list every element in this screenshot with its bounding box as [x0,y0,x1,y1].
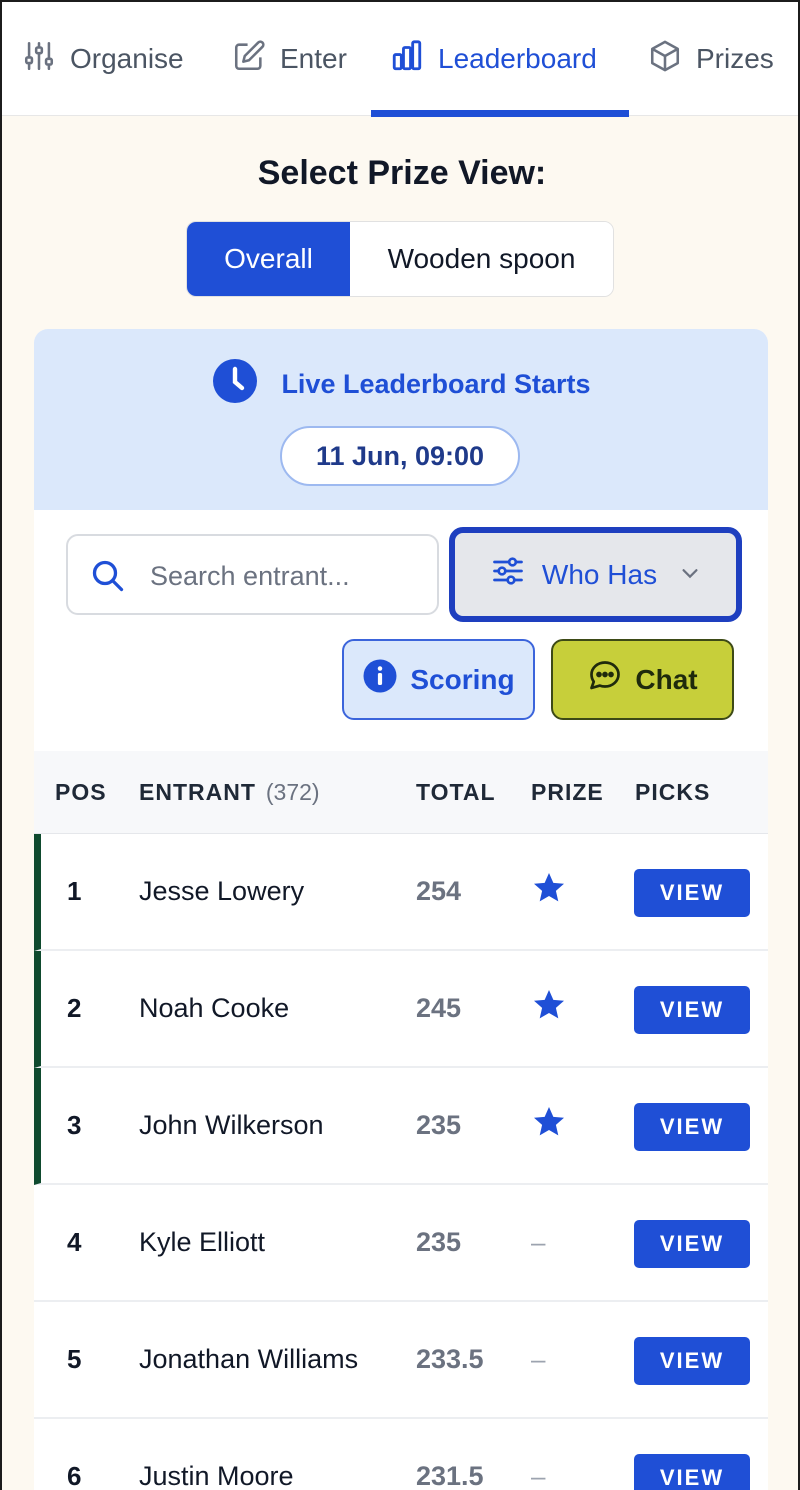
star-icon [531,834,567,949]
table-row[interactable]: 6 Justin Moore 231.5 – VIEW [34,1419,768,1490]
chat-label: Chat [635,663,698,695]
view-picks-button[interactable]: VIEW [634,869,750,917]
col-entrant-label: ENTRANT [139,779,256,805]
row-position: 6 [67,1461,82,1490]
table-row[interactable]: 3 John Wilkerson 235 VIEW [34,1068,768,1185]
row-entrant-name: Noah Cooke [139,993,290,1023]
prize-view-overall[interactable]: Overall [187,222,350,296]
tab-prizes[interactable]: Prizes [648,2,774,116]
view-picks-button[interactable]: VIEW [634,1220,750,1268]
row-prize-none: – [531,1227,546,1257]
col-total[interactable]: TOTAL [416,751,496,834]
col-pos: POS [55,779,107,805]
scoring-label: Scoring [410,663,515,695]
row-total: 235 [416,1227,462,1257]
prize-view-wooden-spoon[interactable]: Wooden spoon [350,222,613,296]
table-header: POS ENTRANT (372) TOTAL PRIZE PICKS [34,751,768,834]
row-position: 1 [67,876,82,906]
tab-leaderboard[interactable]: Leaderboard [390,2,597,116]
row-entrant-name: Kyle Elliott [139,1227,266,1257]
table-row[interactable]: 1 Jesse Lowery 254 VIEW [34,834,768,951]
view-picks-button[interactable]: VIEW [634,1337,750,1385]
col-entrant[interactable]: ENTRANT (372) [139,751,320,834]
row-entrant-name: John Wilkerson [139,1110,324,1140]
star-icon [531,951,567,1066]
table-row[interactable]: 2 Noah Cooke 245 VIEW [34,951,768,1068]
clock-icon [211,357,259,412]
tab-enter[interactable]: Enter [232,2,347,116]
row-prize-none: – [531,1461,546,1490]
leaderboard-card: Live Leaderboard Starts 11 Jun, 09:00 Wh… [34,329,768,1490]
prize-view-toggle: Overall Wooden spoon [186,221,614,297]
who-has-dropdown[interactable]: Who Has [449,527,742,622]
active-tab-indicator [371,110,629,117]
row-entrant-name: Jonathan Williams [139,1344,359,1374]
search-input[interactable] [150,554,430,598]
info-icon [362,658,398,701]
who-has-label: Who Has [541,558,658,590]
tab-organise-label: Organise [70,43,184,74]
row-total: 254 [416,876,462,906]
view-picks-button[interactable]: VIEW [634,1103,750,1151]
live-start-date: 11 Jun, 09:00 [280,426,520,486]
tab-prizes-label: Prizes [696,43,774,74]
table-row[interactable]: 4 Kyle Elliott 235 – VIEW [34,1185,768,1302]
scoring-button[interactable]: Scoring [342,639,535,720]
row-total: 235 [416,1110,462,1140]
live-title: Live Leaderboard Starts [281,368,591,399]
live-banner: Live Leaderboard Starts 11 Jun, 09:00 [34,329,768,510]
row-position: 3 [67,1110,82,1140]
tab-leaderboard-label: Leaderboard [438,43,597,74]
row-position: 4 [67,1227,82,1257]
star-icon [531,1068,567,1183]
entrant-count: (372) [265,779,320,805]
tab-enter-label: Enter [280,43,347,74]
row-position: 2 [67,993,82,1023]
app-frame: Organise Enter Leaderboard Prizes Select… [0,0,800,1490]
chat-icon [587,658,623,701]
col-prize: PRIZE [531,779,604,805]
live-status: Live Leaderboard Starts [34,357,768,412]
row-total: 231.5 [416,1461,484,1490]
row-prize-none: – [531,1344,546,1374]
bar-chart-icon [390,39,424,80]
prize-view-title: Select Prize View: [257,154,547,192]
row-total: 245 [416,993,462,1023]
col-picks: PICKS [635,779,711,805]
row-entrant-name: Justin Moore [139,1461,294,1490]
search-box [66,534,439,615]
box-icon [648,39,682,80]
view-picks-button[interactable]: VIEW [634,1454,750,1490]
chat-button[interactable]: Chat [551,639,734,720]
tab-organise[interactable]: Organise [22,2,184,116]
filter-icon [490,553,526,596]
row-entrant-name: Jesse Lowery [139,876,305,906]
row-position: 5 [67,1344,82,1374]
sliders-icon [22,39,56,80]
chevron-down-icon [673,559,701,591]
row-total: 233.5 [416,1344,484,1374]
edit-icon [232,39,266,80]
view-picks-button[interactable]: VIEW [634,986,750,1034]
top-nav: Organise Enter Leaderboard Prizes [2,2,798,117]
table-row[interactable]: 5 Jonathan Williams 233.5 – VIEW [34,1302,768,1419]
